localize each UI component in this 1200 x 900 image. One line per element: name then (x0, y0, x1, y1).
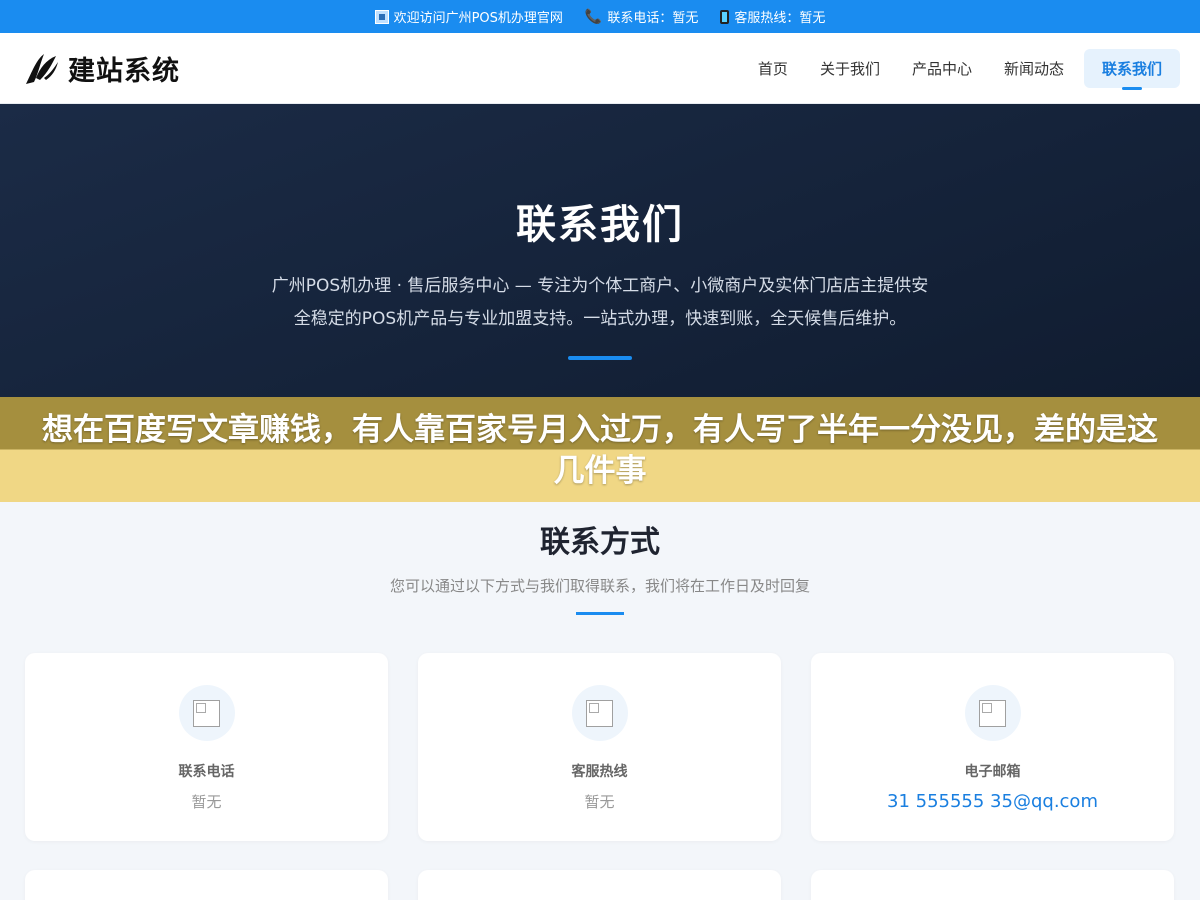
mobile-icon (720, 9, 730, 24)
logo-mark-icon (26, 54, 58, 84)
email-link[interactable]: 31 555555 35@qq.com (811, 791, 1174, 812)
contact-card-hotline: 客服热线 暂无 (418, 653, 781, 841)
hero-title: 联系我们 (516, 202, 684, 248)
phone-item: 📞 联系电话：暂无 (584, 7, 699, 27)
contact-card-email: 电子邮箱 31 555555 35@qq.com (811, 653, 1174, 841)
banner-headline[interactable]: 想在百度写文章赚钱，有人靠百家号月入过万，有人写了半年一分没见，差的是这几件事 (0, 410, 1200, 492)
card-value: 暂无 (584, 793, 615, 811)
phone-icon: 📞 (584, 8, 603, 25)
hero-divider (568, 356, 632, 360)
contact-card (418, 870, 781, 900)
nav-contact[interactable]: 联系我们 (1083, 48, 1180, 90)
hotline-text: 客服热线：暂无 (734, 11, 826, 26)
contact-cards-row2 (25, 870, 1175, 900)
card-value: 暂无 (191, 793, 222, 811)
broken-image-icon (979, 699, 1006, 727)
nav-news[interactable]: 新闻动态 (992, 49, 1076, 88)
website-icon (374, 9, 389, 24)
contact-card-phone: 联系电话 暂无 (25, 653, 388, 841)
email-card-icon (964, 685, 1021, 741)
phone-card-icon (178, 685, 235, 741)
logo-text: 建站系统 (68, 55, 180, 87)
contact-title: 联系方式 (540, 525, 660, 560)
phone-text: 联系电话：暂无 (607, 11, 699, 26)
contact-divider (576, 612, 624, 615)
broken-image-icon (586, 699, 613, 727)
hotline-card-icon (571, 685, 628, 741)
card-label: 客服热线 (571, 764, 628, 780)
nav-products[interactable]: 产品中心 (900, 49, 984, 88)
broken-image-icon (193, 699, 220, 727)
hero-section: 联系我们 广州POS机办理 · 售后服务中心 — 专注为个体工商户、小微商户及实… (0, 104, 1200, 401)
card-label: 电子邮箱 (964, 764, 1021, 780)
welcome-text: 欢迎访问广州POS机办理官网 (393, 11, 563, 26)
main-nav: 首页 关于我们 产品中心 新闻动态 联系我们 (746, 48, 1180, 90)
nav-about[interactable]: 关于我们 (808, 49, 892, 88)
site-logo[interactable]: 建站系统 (22, 48, 180, 88)
contact-card (811, 870, 1174, 900)
contact-subtitle: 您可以通过以下方式与我们取得联系，我们将在工作日及时回复 (389, 577, 810, 595)
hero-description: 广州POS机办理 · 售后服务中心 — 专注为个体工商户、小微商户及实体门店店主… (271, 276, 929, 329)
site-header: 建站系统 首页 关于我们 产品中心 新闻动态 联系我们 (0, 33, 1200, 104)
welcome-item: 欢迎访问广州POS机办理官网 (374, 7, 563, 26)
top-info-bar: 欢迎访问广州POS机办理官网 📞 联系电话：暂无 客服热线：暂无 (0, 0, 1200, 33)
hotline-item: 客服热线：暂无 (720, 7, 825, 26)
nav-home[interactable]: 首页 (746, 49, 800, 88)
contact-section-header: 联系方式 您可以通过以下方式与我们取得联系，我们将在工作日及时回复 (0, 517, 1200, 615)
card-label: 联系电话 (178, 764, 235, 780)
contact-card (25, 870, 388, 900)
contact-cards: 联系电话 暂无 客服热线 暂无 电子邮箱 31 555555 35@qq.com (25, 653, 1175, 841)
